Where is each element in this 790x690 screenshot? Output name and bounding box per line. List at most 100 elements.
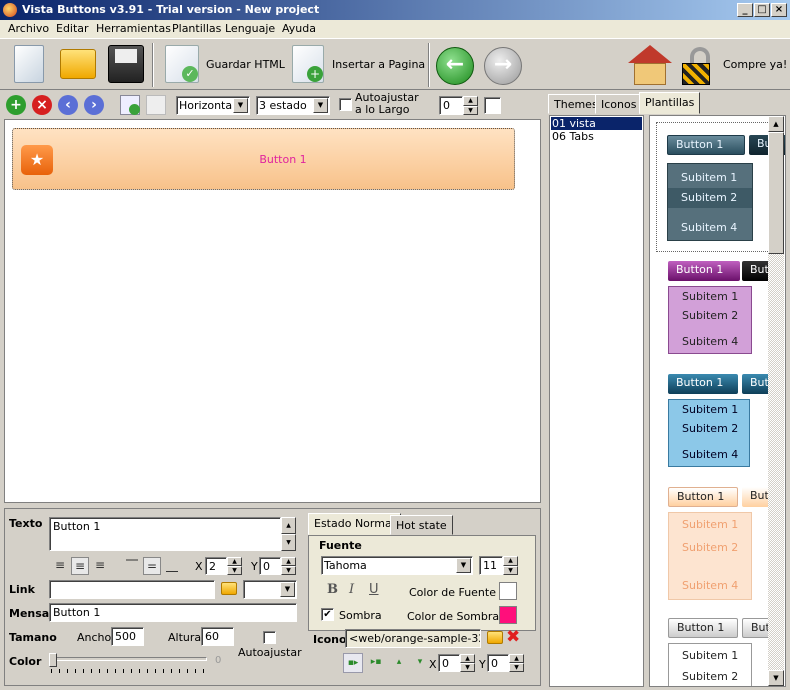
y-down[interactable]: ▼	[281, 566, 296, 575]
add-button-icon[interactable]: +	[6, 95, 26, 115]
maximize-button[interactable]: □	[754, 3, 770, 17]
spacing-up[interactable]: ▲	[463, 96, 478, 106]
add-subitem-icon[interactable]	[120, 95, 140, 115]
move-right-icon[interactable]: ›	[84, 95, 104, 115]
y-up[interactable]: ▲	[281, 557, 296, 566]
menu-plantillas[interactable]: Plantillas	[172, 22, 221, 35]
menu-herramientas[interactable]: Herramientas	[96, 22, 171, 35]
autofit-checkbox[interactable]	[339, 98, 352, 111]
tab-hot-state[interactable]: Hot state	[390, 515, 453, 535]
template-item[interactable]: Button 1 Butt Subitem 1 Subitem 2 Subite…	[656, 484, 782, 604]
save-disk-icon[interactable]	[108, 45, 144, 83]
icono-y-down[interactable]: ▼	[509, 663, 524, 672]
texto-scroll-up[interactable]: ▲	[281, 517, 296, 534]
icon-browse-folder-icon[interactable]	[487, 631, 503, 644]
template-item[interactable]: Button 1 Butt Subitem 1 Subitem 2 Subite…	[656, 258, 782, 358]
tab-estado-normal[interactable]: Estado Normal	[308, 513, 401, 535]
font-size-down[interactable]: ▼	[503, 566, 518, 575]
spacing-down[interactable]: ▼	[463, 106, 478, 115]
icon-remove-icon[interactable]: ✖	[506, 627, 520, 647]
y-input[interactable]: 0	[259, 557, 281, 575]
menu-editar[interactable]: Editar	[56, 22, 89, 35]
scroll-down-button[interactable]: ▼	[768, 670, 784, 686]
browse-folder-icon[interactable]	[221, 582, 237, 595]
add-submenu-icon[interactable]	[146, 95, 166, 115]
lock-icon[interactable]	[678, 47, 718, 85]
font-color-swatch[interactable]	[499, 582, 517, 600]
icon-left-position-icon[interactable]: ▪▸	[343, 653, 363, 673]
forward-arrow-icon[interactable]: →	[484, 47, 522, 85]
bg-color-swatch[interactable]	[484, 97, 501, 114]
altura-label: Altura	[168, 631, 202, 644]
preview-button[interactable]: ★ Button 1	[12, 128, 515, 190]
valign-bottom-icon[interactable]: ⎽	[163, 557, 181, 575]
align-right-icon[interactable]: ≡	[91, 557, 109, 575]
tab-plantillas[interactable]: Plantillas	[639, 92, 701, 114]
valign-middle-icon[interactable]: =	[143, 557, 161, 575]
template-subitem: Subitem 2	[682, 541, 739, 554]
templates-scrollbar[interactable]: ▲ ▼	[768, 116, 784, 686]
move-left-icon[interactable]: ‹	[58, 95, 78, 115]
mensaje-input[interactable]: Button 1	[49, 603, 297, 622]
template-item[interactable]: Button 1 Butt Subitem 1 Subitem 2 Subite…	[656, 371, 782, 471]
ancho-input[interactable]: 500	[111, 627, 144, 646]
icono-x-input[interactable]: 0	[438, 654, 460, 672]
link-input[interactable]	[49, 580, 215, 599]
icon-right-position-icon[interactable]: ▸▪	[366, 653, 386, 673]
insert-page-button[interactable]: Insertar a Pagina	[332, 58, 425, 71]
font-size-up[interactable]: ▲	[503, 556, 518, 566]
x-up[interactable]: ▲	[227, 557, 242, 566]
align-center-icon[interactable]: ≡	[71, 557, 89, 575]
icono-y-up[interactable]: ▲	[509, 654, 524, 663]
icono-x-down[interactable]: ▼	[460, 663, 475, 672]
texto-scroll-down[interactable]: ▼	[281, 534, 296, 551]
x-down[interactable]: ▼	[227, 566, 242, 575]
icono-x-up[interactable]: ▲	[460, 654, 475, 663]
shadow-checkbox[interactable]: ✔	[321, 608, 334, 621]
valign-top-icon[interactable]: ⎺	[123, 557, 141, 575]
open-folder-icon[interactable]	[60, 49, 96, 79]
icon-top-position-icon[interactable]: ▴	[389, 653, 409, 673]
buy-now-button[interactable]: Compre ya!	[723, 58, 787, 71]
insert-page-icon[interactable]: +	[292, 45, 324, 83]
icono-y-input[interactable]: 0	[487, 654, 509, 672]
menu-lenguaje[interactable]: Lenguaje	[225, 22, 275, 35]
menu-ayuda[interactable]: Ayuda	[282, 22, 316, 35]
template-item[interactable]: Button 1 Bu Subitem 1 Subitem 2 Subitem …	[656, 122, 785, 252]
font-size-input[interactable]: 11	[479, 556, 503, 575]
tab-iconos[interactable]: Iconos	[595, 94, 643, 114]
shadow-color-swatch[interactable]	[499, 606, 517, 624]
altura-input[interactable]: 60	[201, 627, 234, 646]
align-left-icon[interactable]: ≡	[51, 557, 69, 575]
template-item[interactable]: Button 1 Butt Subitem 1 Subitem 2	[656, 618, 782, 686]
bold-button[interactable]: B	[327, 582, 338, 597]
color-slider-track[interactable]	[51, 657, 207, 661]
menu-archivo[interactable]: Archivo	[8, 22, 49, 35]
design-canvas[interactable]: ★ Button 1	[4, 119, 541, 503]
orientation-select[interactable]: Horizontal ▼	[176, 96, 250, 115]
close-button[interactable]: ×	[771, 3, 787, 17]
font-select[interactable]: Tahoma ▼	[321, 556, 473, 575]
save-html-icon[interactable]: ✓	[165, 45, 199, 83]
delete-button-icon[interactable]: ×	[32, 95, 52, 115]
save-html-button[interactable]: Guardar HTML	[206, 58, 285, 71]
scroll-up-button[interactable]: ▲	[768, 116, 784, 132]
color-slider-thumb[interactable]	[49, 653, 57, 667]
link-target-select[interactable]: ▼	[243, 580, 297, 599]
home-icon[interactable]	[628, 45, 672, 85]
states-select[interactable]: 3 estado ▼	[256, 96, 330, 115]
scroll-thumb[interactable]	[768, 132, 784, 254]
italic-button[interactable]: I	[349, 582, 354, 597]
theme-item[interactable]: 01 vista	[551, 117, 642, 130]
new-file-icon[interactable]	[14, 45, 44, 83]
spacing-input[interactable]: 0	[439, 96, 463, 115]
icono-input[interactable]: <web/orange-sample-32>	[345, 629, 481, 648]
underline-button[interactable]: U	[369, 582, 379, 597]
texto-input[interactable]: Button 1	[49, 517, 281, 551]
icon-bottom-position-icon[interactable]: ▾	[410, 653, 430, 673]
autoajustar-checkbox[interactable]	[263, 631, 276, 644]
back-arrow-icon[interactable]: ←	[436, 47, 474, 85]
theme-item[interactable]: 06 Tabs	[551, 130, 642, 143]
x-input[interactable]: 2	[205, 557, 227, 575]
minimize-button[interactable]: _	[737, 3, 753, 17]
